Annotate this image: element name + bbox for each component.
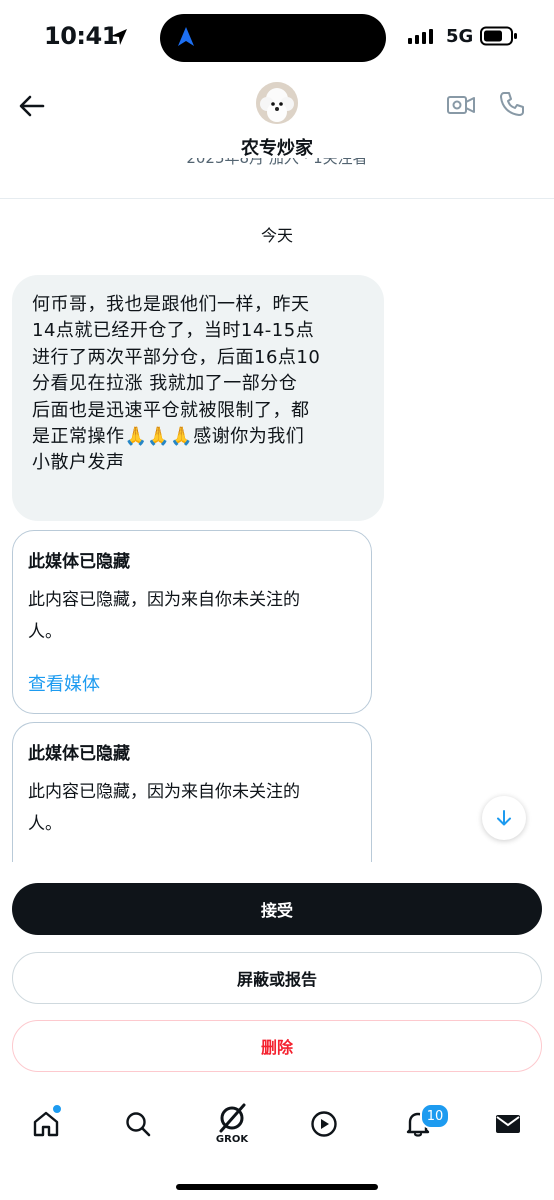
- grok-label: GROK: [215, 1134, 249, 1145]
- back-arrow-icon[interactable]: [18, 92, 46, 120]
- home-unread-dot: [52, 1104, 62, 1114]
- video-icon: [311, 1111, 337, 1137]
- network-type: 5G: [446, 26, 474, 47]
- tab-search[interactable]: [120, 1104, 156, 1144]
- tab-messages[interactable]: [490, 1104, 526, 1144]
- hidden-media-card: 此媒体已隐藏 此内容已隐藏，因为来自你未关注的 人。: [12, 722, 372, 882]
- phone-icon[interactable]: [498, 90, 526, 118]
- tab-grok[interactable]: [214, 1098, 250, 1138]
- message-line: 何币哥，我也是跟他们一样，昨天: [32, 294, 310, 315]
- location-arrow-icon: [111, 29, 127, 45]
- block-or-report-button[interactable]: 屏蔽或报告: [12, 952, 542, 1004]
- message-line: 后面也是迅速平仓就被限制了，都: [32, 399, 310, 421]
- message-bubble[interactable]: 何币哥，我也是跟他们一样，昨天 14点就已经开仓了，当时14-15点 进行了两次…: [12, 275, 384, 521]
- hidden-media-title: 此媒体已隐藏: [28, 552, 130, 572]
- poodle-avatar-image: [256, 82, 298, 124]
- navigation-icon: [178, 27, 194, 46]
- home-indicator: [176, 1184, 378, 1190]
- message-line: 进行了两次平部分仓，后面16点10: [32, 346, 321, 368]
- tab-video[interactable]: [306, 1104, 342, 1144]
- delete-button[interactable]: 删除: [12, 1020, 542, 1072]
- profile-subtitle: 2025年8月 加入 · 1关注者: [186, 158, 368, 167]
- day-separator: 今天: [260, 226, 293, 245]
- message-text: 何币哥，我也是跟他们一样，昨天 14点就已经开仓了，当时14-15点 进行了两次…: [32, 292, 366, 477]
- grok-icon: [219, 1103, 246, 1133]
- hidden-media-title: 此媒体已隐藏: [28, 744, 130, 764]
- accept-button[interactable]: 接受: [12, 883, 542, 935]
- notifications-badge: 10: [420, 1103, 450, 1129]
- search-icon: [126, 1112, 151, 1137]
- message-line: 分看见在拉涨 我就加了一部分仓: [32, 373, 298, 395]
- scroll-to-bottom-button[interactable]: [482, 796, 526, 840]
- messages-icon: [496, 1115, 520, 1133]
- video-call-icon[interactable]: [446, 92, 476, 118]
- message-line: 是正常操作🙏🙏🙏感谢你为我们: [32, 426, 305, 448]
- cellular-signal-icon: [408, 28, 433, 44]
- view-media-link[interactable]: 查看媒体: [28, 670, 100, 696]
- battery-icon: [480, 26, 517, 46]
- conversation-name[interactable]: 农专炒家: [0, 134, 554, 160]
- hidden-media-description: 此内容已隐藏，因为来自你未关注的 人。: [28, 590, 300, 642]
- hidden-media-card: 此媒体已隐藏 此内容已隐藏，因为来自你未关注的 人。 查看媒体: [12, 530, 372, 714]
- message-line: 14点就已经开仓了，当时14-15点: [32, 320, 315, 342]
- arrow-down-icon: [497, 810, 511, 826]
- hidden-media-description: 此内容已隐藏，因为来自你未关注的 人。: [28, 782, 300, 834]
- header-divider: [0, 198, 554, 199]
- avatar[interactable]: [256, 82, 298, 124]
- message-line: 小散户发声: [32, 452, 125, 474]
- status-time: 10:41: [44, 22, 118, 50]
